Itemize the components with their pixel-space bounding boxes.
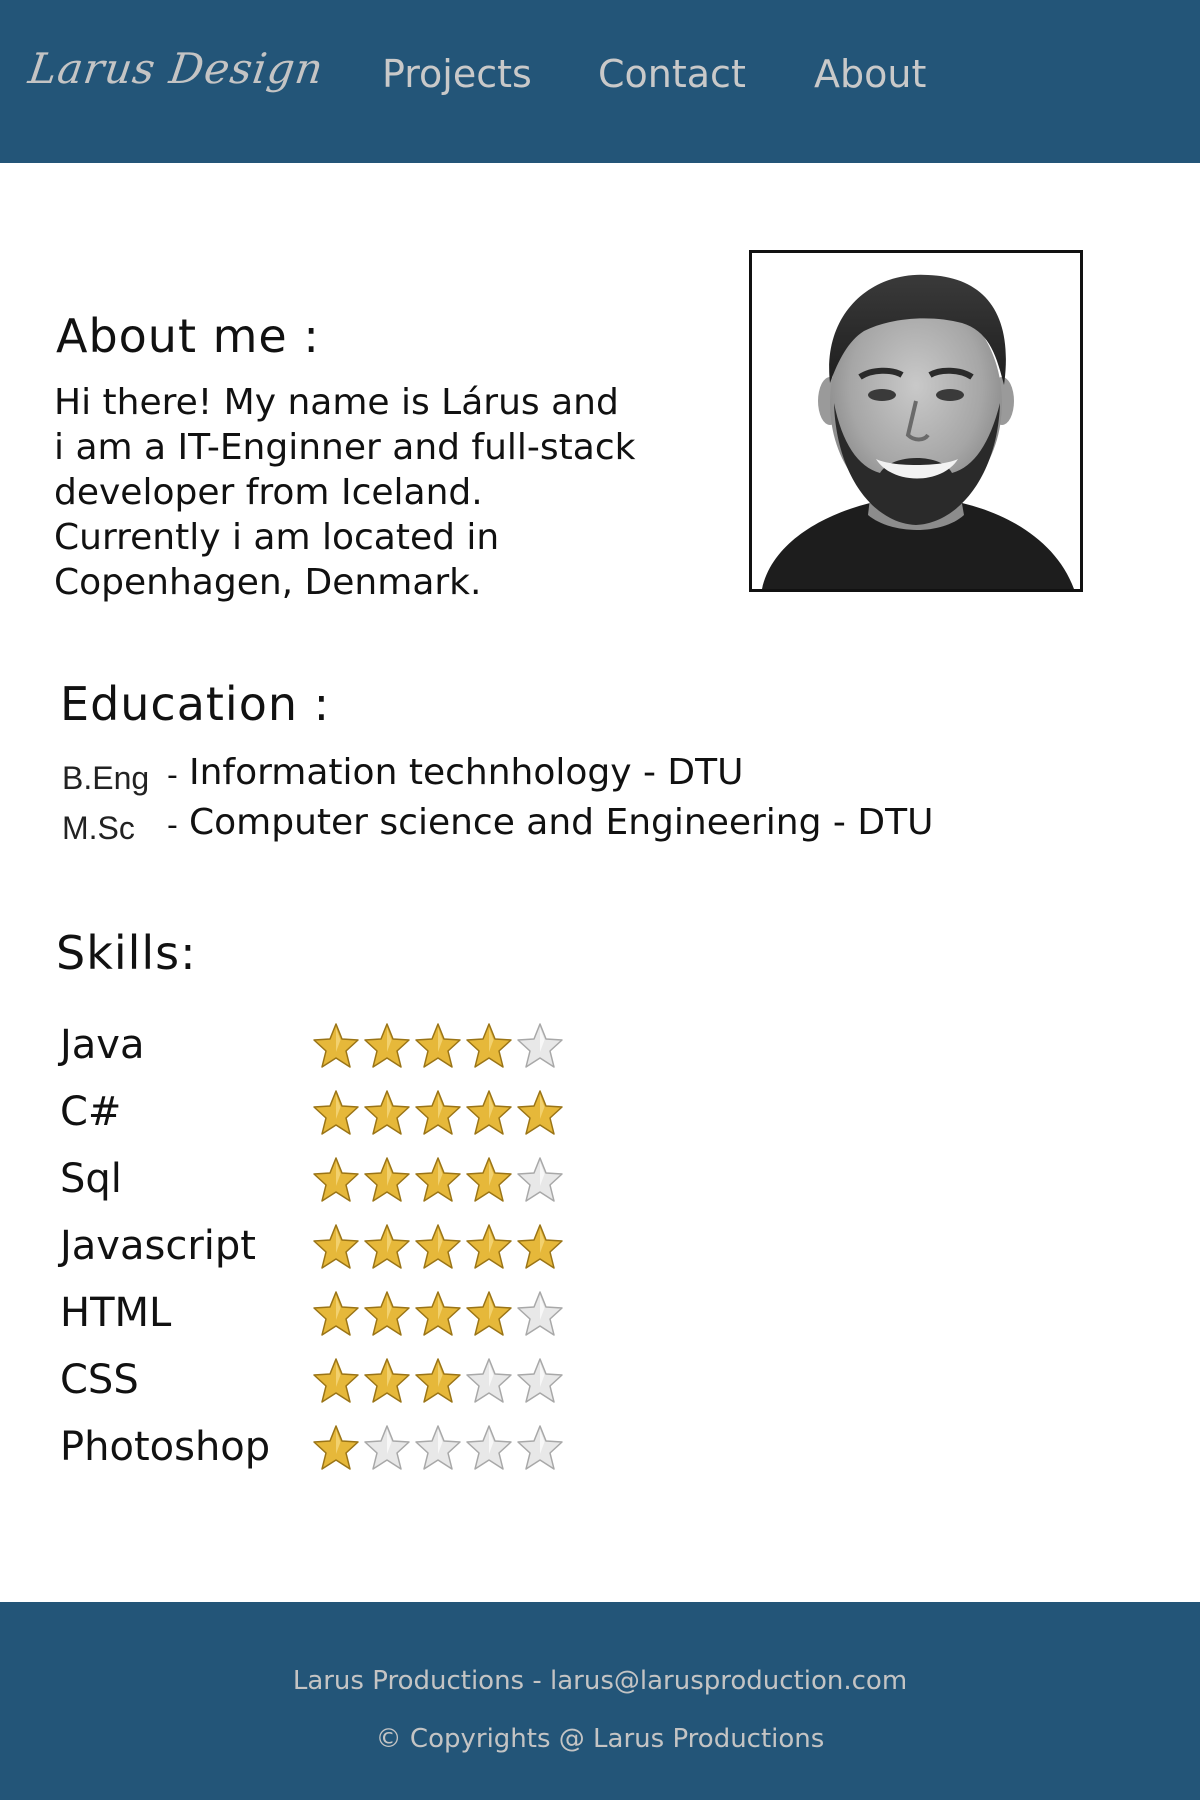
star-filled-icon	[415, 1090, 461, 1135]
star-filled-icon	[313, 1358, 359, 1403]
star-filled-icon	[313, 1224, 359, 1269]
about-line: Hi there! My name is Lárus and	[54, 382, 619, 423]
star-filled-icon	[364, 1023, 410, 1068]
footer: Larus Productions - larus@larusproductio…	[0, 1602, 1200, 1800]
skill-row: C#	[60, 1089, 660, 1149]
star-filled-icon	[364, 1157, 410, 1202]
nav-link-contact[interactable]: Contact	[598, 52, 746, 96]
star-filled-icon	[415, 1157, 461, 1202]
star-filled-icon	[466, 1291, 512, 1336]
star-filled-icon	[364, 1291, 410, 1336]
footer-contact: Larus Productions - larus@larusproductio…	[292, 1666, 908, 1696]
star-empty-icon	[517, 1157, 563, 1202]
about-text: Hi there! My name is Lárus and i am a IT…	[54, 380, 694, 605]
skill-rating	[313, 1358, 563, 1403]
star-filled-icon	[466, 1224, 512, 1269]
education-separator: -	[167, 758, 178, 793]
star-filled-icon	[364, 1090, 410, 1135]
star-filled-icon	[415, 1224, 461, 1269]
star-filled-icon	[364, 1224, 410, 1269]
about-heading: About me :	[56, 309, 320, 363]
education-heading: Education :	[60, 677, 331, 731]
profile-photo	[749, 250, 1083, 592]
star-filled-icon	[313, 1425, 359, 1470]
skill-row: HTML	[60, 1290, 660, 1350]
skill-rating	[313, 1425, 563, 1470]
education-degree: B.Eng	[62, 760, 150, 796]
skill-name: Sql	[60, 1156, 122, 1202]
star-empty-icon	[517, 1425, 563, 1470]
star-empty-icon	[364, 1425, 410, 1470]
education-separator: -	[167, 808, 178, 843]
skill-rating	[313, 1023, 563, 1068]
about-line: Currently i am located in	[54, 517, 500, 558]
skill-row: CSS	[60, 1357, 660, 1417]
star-filled-icon	[364, 1358, 410, 1403]
star-empty-icon	[466, 1358, 512, 1403]
skill-rating	[313, 1291, 563, 1336]
star-empty-icon	[466, 1425, 512, 1470]
skill-row: Java	[60, 1022, 660, 1082]
skill-name: Java	[60, 1022, 145, 1068]
star-filled-icon	[517, 1224, 563, 1269]
education-description: Computer science and Engineering - DTU	[189, 802, 934, 843]
star-filled-icon	[313, 1090, 359, 1135]
star-filled-icon	[313, 1023, 359, 1068]
star-filled-icon	[466, 1157, 512, 1202]
skill-name: Photoshop	[60, 1424, 271, 1470]
skills-heading: Skills:	[56, 926, 197, 980]
star-empty-icon	[517, 1358, 563, 1403]
about-line: Copenhagen, Denmark.	[54, 562, 482, 603]
nav-link-projects[interactable]: Projects	[382, 52, 532, 96]
star-filled-icon	[313, 1291, 359, 1336]
skill-name: Javascript	[60, 1223, 256, 1269]
skill-name: C#	[60, 1089, 122, 1135]
star-filled-icon	[466, 1023, 512, 1068]
footer-copyright: © Copyrights @ Larus Productions	[375, 1724, 825, 1754]
skill-row: Photoshop	[60, 1424, 660, 1484]
nav-link-about[interactable]: About	[814, 52, 926, 96]
navbar: Larus Design Projects Contact About	[0, 0, 1200, 163]
brand-logo-link[interactable]: Larus Design	[26, 44, 327, 93]
star-filled-icon	[415, 1291, 461, 1336]
star-empty-icon	[517, 1023, 563, 1068]
profile-photo-image	[752, 253, 1080, 589]
star-filled-icon	[517, 1090, 563, 1135]
skill-row: Sql	[60, 1156, 660, 1216]
skill-rating	[313, 1224, 563, 1269]
star-filled-icon	[415, 1358, 461, 1403]
star-filled-icon	[415, 1023, 461, 1068]
star-filled-icon	[313, 1157, 359, 1202]
star-empty-icon	[415, 1425, 461, 1470]
about-line: i am a IT-Enginner and full-stack	[54, 427, 636, 468]
about-line: developer from Iceland.	[54, 472, 483, 513]
skill-row: Javascript	[60, 1223, 660, 1283]
education-degree: M.Sc	[62, 810, 135, 846]
star-empty-icon	[517, 1291, 563, 1336]
star-filled-icon	[466, 1090, 512, 1135]
education-description: Information technhology - DTU	[189, 752, 744, 793]
skill-rating	[313, 1157, 563, 1202]
skill-name: CSS	[60, 1357, 139, 1403]
skill-name: HTML	[60, 1290, 172, 1336]
skill-rating	[313, 1090, 563, 1135]
